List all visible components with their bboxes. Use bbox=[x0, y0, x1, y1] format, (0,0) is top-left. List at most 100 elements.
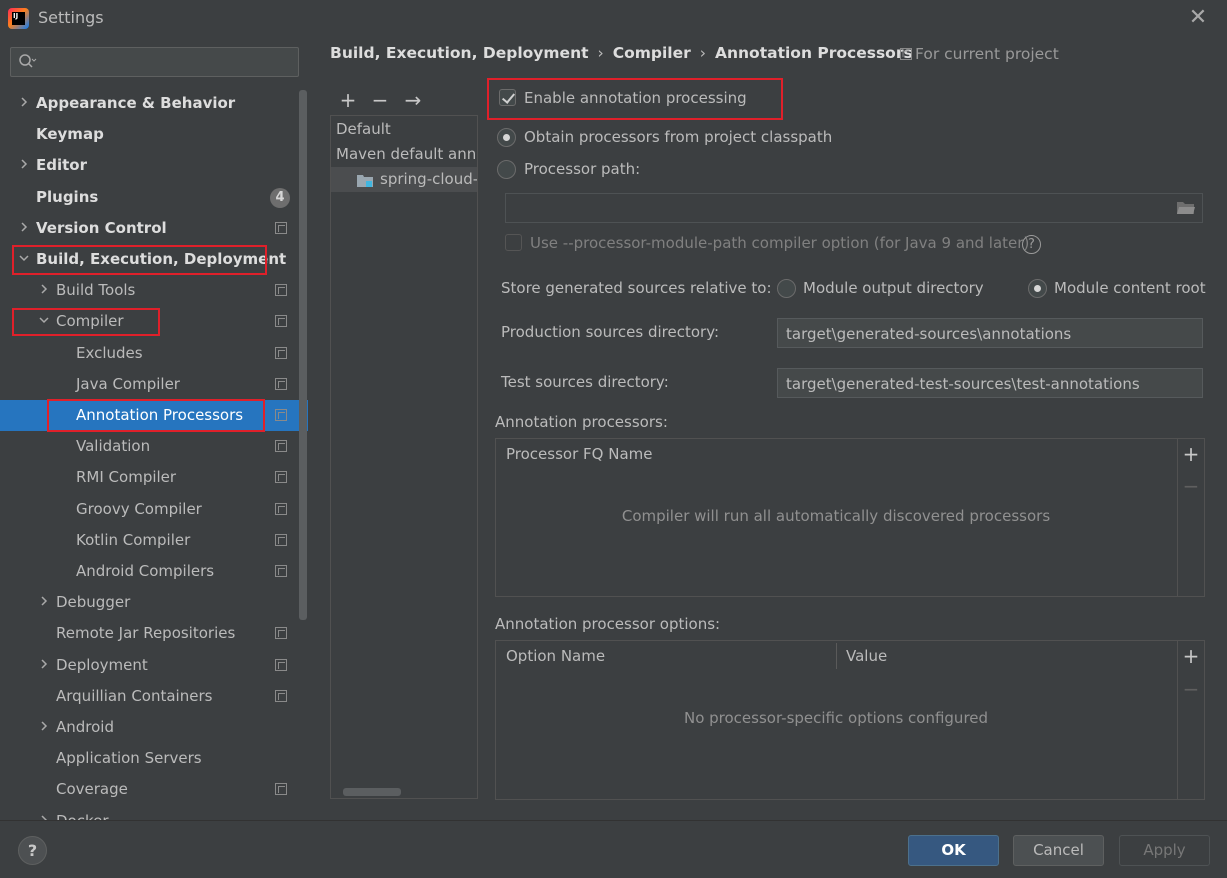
chevron-down-icon[interactable] bbox=[17, 244, 31, 275]
obtain-from-classpath-label[interactable]: Obtain processors from project classpath bbox=[524, 128, 832, 146]
help-button[interactable]: ? bbox=[18, 836, 47, 865]
sidebar-item[interactable]: Kotlin Compiler bbox=[0, 525, 308, 556]
profile-row-default[interactable]: Default bbox=[331, 117, 477, 142]
chevron-right-icon[interactable] bbox=[37, 712, 51, 743]
add-profile-button[interactable]: + bbox=[334, 85, 362, 115]
sidebar-item-label: Version Control bbox=[36, 218, 167, 237]
add-processor-button[interactable]: + bbox=[1178, 441, 1204, 467]
test-dir-input[interactable]: target\generated-test-sources\test-annot… bbox=[777, 368, 1203, 398]
sidebar-item-label: Keymap bbox=[36, 125, 104, 144]
sidebar-item-label: Validation bbox=[76, 437, 151, 456]
module-output-directory-label[interactable]: Module output directory bbox=[803, 279, 984, 297]
sidebar-item[interactable]: Debugger bbox=[0, 587, 308, 618]
sidebar-item[interactable]: Compiler bbox=[0, 306, 308, 337]
chevron-right-icon[interactable] bbox=[17, 150, 31, 181]
sidebar-item[interactable]: Java Compiler bbox=[0, 369, 308, 400]
sidebar-item[interactable]: Appearance & Behavior bbox=[0, 88, 308, 119]
breadcrumb: Build, Execution, Deployment › Compiler › An… bbox=[330, 44, 913, 68]
folder-browse-icon[interactable] bbox=[1176, 200, 1196, 216]
sidebar-item[interactable]: RMI Compiler bbox=[0, 462, 308, 493]
sidebar-item-label: Application Servers bbox=[56, 749, 202, 768]
production-dir-label: Production sources directory: bbox=[501, 323, 720, 341]
scope-label: For current project bbox=[900, 45, 1059, 63]
value-header[interactable]: Value bbox=[846, 647, 887, 665]
remove-profile-button[interactable]: − bbox=[366, 85, 394, 115]
sidebar-item[interactable]: Plugins 4 bbox=[0, 182, 308, 213]
processor-options-table[interactable]: Option Name Value No processor-specific … bbox=[495, 640, 1205, 800]
sidebar-item[interactable]: Arquillian Containers bbox=[0, 681, 308, 712]
obtain-from-classpath-radio[interactable] bbox=[497, 128, 516, 147]
move-profile-button[interactable]: → bbox=[399, 85, 427, 115]
project-scope-icon bbox=[275, 689, 287, 702]
sidebar-item[interactable]: Annotation Processors bbox=[0, 400, 308, 431]
cancel-button[interactable]: Cancel bbox=[1013, 835, 1104, 866]
profile-list-scrollbar[interactable] bbox=[343, 788, 401, 796]
chevron-right-icon[interactable] bbox=[37, 275, 51, 306]
enable-annotation-processing-checkbox[interactable] bbox=[499, 89, 516, 106]
processors-empty-message: Compiler will run all automatically disc… bbox=[621, 507, 1051, 525]
sidebar-item[interactable]: Validation bbox=[0, 431, 308, 462]
remove-processor-button[interactable]: − bbox=[1178, 473, 1204, 499]
profile-row-module[interactable]: spring-cloud- bbox=[331, 167, 477, 192]
project-scope-icon bbox=[275, 284, 287, 297]
sidebar-item-label: Debugger bbox=[56, 593, 131, 612]
sidebar-item[interactable]: Groovy Compiler bbox=[0, 494, 308, 525]
chevron-down-icon[interactable] bbox=[37, 306, 51, 337]
sidebar-item[interactable]: Version Control bbox=[0, 213, 308, 244]
production-dir-input[interactable]: target\generated-sources\annotations bbox=[777, 318, 1203, 348]
ok-button[interactable]: OK bbox=[908, 835, 999, 866]
breadcrumb-item[interactable]: Compiler bbox=[613, 44, 691, 62]
sidebar-item[interactable]: Build Tools bbox=[0, 275, 308, 306]
processor-fq-name-header[interactable]: Processor FQ Name bbox=[506, 445, 652, 463]
project-scope-icon bbox=[275, 502, 287, 515]
tree-scrollbar[interactable] bbox=[299, 90, 307, 620]
sidebar-item[interactable]: Coverage bbox=[0, 774, 308, 805]
chevron-right-icon[interactable] bbox=[37, 650, 51, 681]
sidebar-item[interactable]: Android Compilers bbox=[0, 556, 308, 587]
module-output-directory-radio[interactable] bbox=[777, 279, 796, 298]
project-scope-icon bbox=[900, 48, 912, 60]
help-icon[interactable]: ? bbox=[1022, 235, 1041, 254]
processor-path-field[interactable] bbox=[505, 193, 1203, 223]
remove-option-button[interactable]: − bbox=[1178, 676, 1204, 702]
search-icon bbox=[19, 54, 37, 68]
apply-button[interactable]: Apply bbox=[1119, 835, 1210, 866]
sidebar-item[interactable]: Remote Jar Repositories bbox=[0, 618, 308, 649]
profile-row-maven[interactable]: Maven default annotation processors prof… bbox=[331, 142, 477, 167]
close-icon[interactable]: ✕ bbox=[1186, 6, 1210, 30]
project-scope-icon bbox=[275, 471, 287, 484]
add-option-button[interactable]: + bbox=[1178, 643, 1204, 669]
sidebar-item[interactable]: Keymap bbox=[0, 119, 308, 150]
breadcrumb-item: Annotation Processors bbox=[714, 44, 913, 62]
project-scope-icon bbox=[275, 346, 287, 359]
module-folder-icon bbox=[357, 175, 373, 187]
chevron-right-icon[interactable] bbox=[37, 587, 51, 618]
processor-path-radio[interactable] bbox=[497, 160, 516, 179]
sidebar-item-label: Kotlin Compiler bbox=[76, 530, 191, 549]
enable-annotation-processing-label[interactable]: Enable annotation processing bbox=[524, 89, 747, 107]
sidebar-item-label: Deployment bbox=[56, 655, 148, 674]
option-name-header[interactable]: Option Name bbox=[506, 647, 605, 665]
sidebar-item-label: Coverage bbox=[56, 780, 128, 799]
module-path-option-checkbox[interactable] bbox=[505, 234, 522, 251]
profile-list[interactable]: Default Maven default annotation process… bbox=[330, 115, 478, 799]
chevron-right-icon[interactable] bbox=[17, 213, 31, 244]
sidebar-item-label: Annotation Processors bbox=[76, 406, 244, 424]
sidebar-item[interactable]: Build, Execution, Deployment bbox=[0, 244, 308, 275]
settings-search-input[interactable] bbox=[10, 47, 299, 77]
sidebar-item-label: Build, Execution, Deployment bbox=[36, 250, 287, 268]
project-scope-icon bbox=[275, 440, 287, 453]
sidebar-item[interactable]: Deployment bbox=[0, 650, 308, 681]
sidebar-item[interactable]: Excludes bbox=[0, 338, 308, 369]
sidebar-item[interactable]: Android bbox=[0, 712, 308, 743]
processor-path-label[interactable]: Processor path: bbox=[524, 160, 640, 178]
chevron-right-icon[interactable] bbox=[17, 88, 31, 119]
sidebar-item[interactable]: Application Servers bbox=[0, 743, 308, 774]
profile-toolbar: + − → bbox=[330, 85, 478, 115]
breadcrumb-item[interactable]: Build, Execution, Deployment bbox=[330, 44, 589, 62]
sidebar-item[interactable]: Editor bbox=[0, 150, 308, 181]
annotation-processors-table[interactable]: Processor FQ Name Compiler will run all … bbox=[495, 438, 1205, 597]
breadcrumb-separator: › bbox=[597, 44, 604, 62]
module-content-root-radio[interactable] bbox=[1028, 279, 1047, 298]
module-content-root-label[interactable]: Module content root bbox=[1054, 279, 1206, 297]
